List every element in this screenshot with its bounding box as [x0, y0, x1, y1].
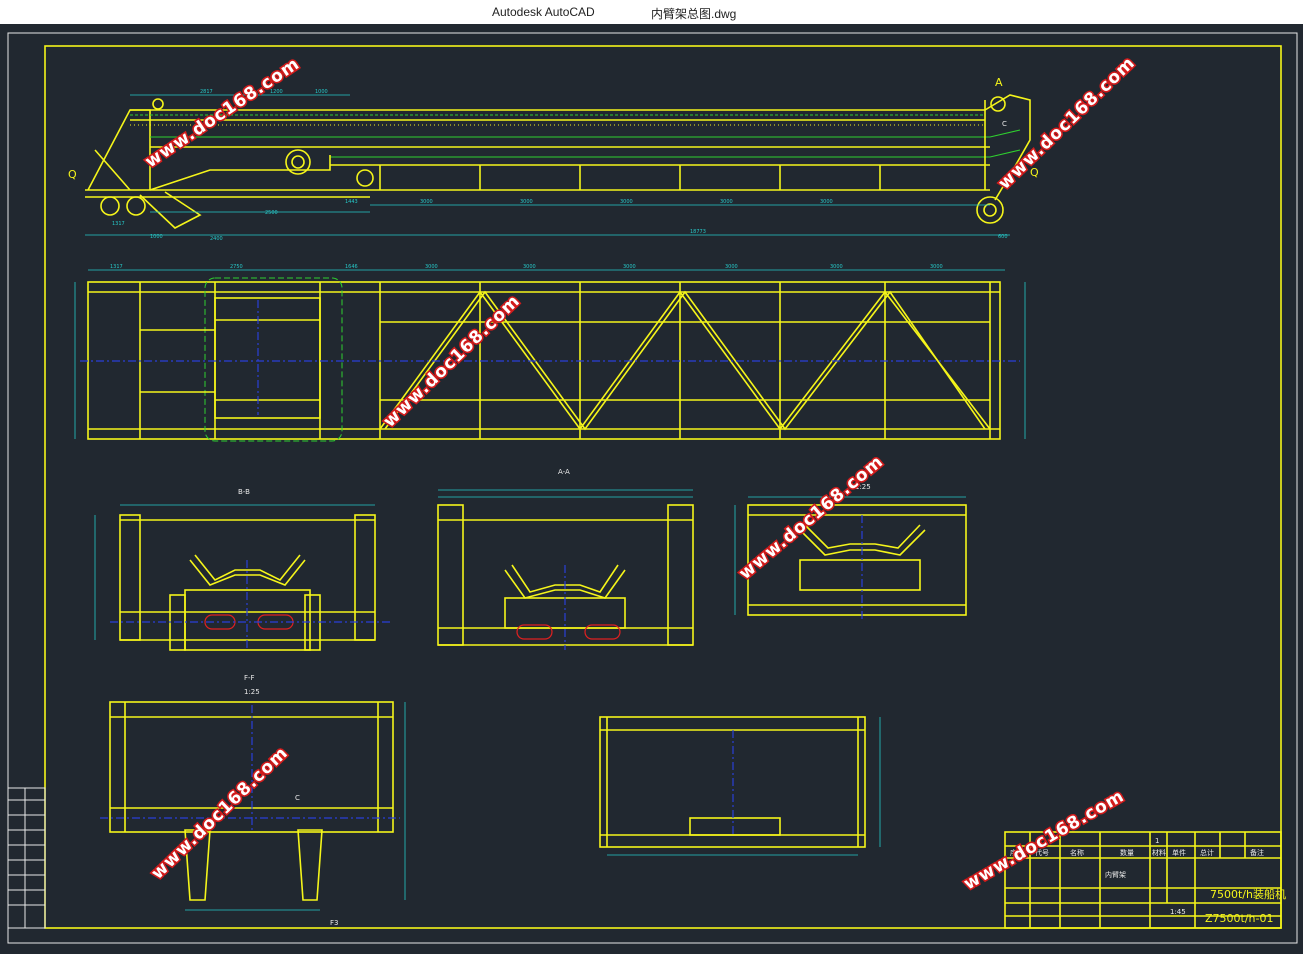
watermark-text: www.doc168.com [735, 452, 887, 584]
dim-plan: 3000 [930, 264, 943, 270]
dim-plan: 3000 [523, 264, 536, 270]
scale-value: 1:45 [1170, 908, 1186, 916]
section-title: F-F [244, 674, 255, 682]
watermark-text: www.doc168.com [995, 53, 1140, 194]
dim-top: 3000 [420, 199, 433, 205]
qty-value: 1 [1155, 837, 1159, 845]
dim-top: 3000 [720, 199, 733, 205]
section-mark: F3 [330, 919, 338, 927]
app-title: Autodesk AutoCAD [492, 5, 595, 19]
drawing-number: Z7500t/h-01 [1205, 912, 1274, 925]
title-header: 备注 [1250, 848, 1264, 857]
watermarks: www.doc168.com www.doc168.com www.doc168… [140, 51, 1141, 896]
dim-top: 3000 [520, 199, 533, 205]
dim-top: 3000 [820, 199, 833, 205]
part-name: 内臂架 [1105, 870, 1126, 879]
dim-top: 2400 [210, 236, 223, 242]
dim-top: 600 [998, 234, 1008, 240]
watermark-text: www.doc168.com [148, 743, 293, 884]
dim-top: 1000 [150, 234, 163, 240]
section-title: A-A [558, 468, 570, 476]
section-f-f-view[interactable]: F-F 1:25 F3 C [100, 674, 406, 927]
plan-view[interactable]: 1317 2750 1646 3000 3000 3000 3000 3000 … [74, 264, 1026, 442]
dim-top: 1000 [315, 89, 328, 95]
dim-top: 3000 [620, 199, 633, 205]
section-title: B-B [238, 488, 250, 496]
title-header: 材料 [1152, 848, 1166, 857]
drawing-canvas[interactable]: 2817 1200 1000 1443 3000 3000 3000 3000 … [0, 24, 1303, 950]
dim-plan: 3000 [830, 264, 843, 270]
section-mark: Q [68, 168, 77, 181]
revision-block [7, 787, 46, 929]
dim-top: 1317 [112, 221, 125, 227]
title-header: 数量 [1120, 848, 1134, 857]
section-mark: A [995, 76, 1003, 89]
title-header: 名称 [1070, 848, 1084, 857]
section-a-a-view[interactable]: A-A [437, 468, 694, 650]
section-b-b-view[interactable]: B-B [94, 488, 390, 651]
dim-plan: 3000 [725, 264, 738, 270]
product-name: 7500t/h装船机 [1210, 887, 1286, 901]
side-elevation-view[interactable]: 2817 1200 1000 1443 3000 3000 3000 3000 … [68, 76, 1039, 242]
watermark-text: www.doc168.com [142, 54, 304, 172]
dim-plan: 2750 [230, 264, 243, 270]
title-header: 单件 [1172, 848, 1186, 857]
dim-plan: 3000 [623, 264, 636, 270]
section-scale: 1:25 [244, 688, 260, 696]
section-mark: C [1002, 120, 1007, 128]
dim-top: 18773 [690, 229, 706, 235]
dim-plan: 1317 [110, 264, 123, 270]
dim-top: 1443 [345, 199, 358, 205]
dim-top: 2817 [200, 89, 213, 95]
title-bar: Autodesk AutoCAD 内臂架总图.dwg [0, 0, 1303, 24]
watermark-text: www.doc168.com [961, 786, 1128, 894]
dim-plan: 1646 [345, 264, 358, 270]
lower-frame-view[interactable] [599, 716, 881, 856]
section-mark: C [295, 794, 300, 802]
title-header: 总计 [1200, 848, 1214, 857]
dim-plan: 3000 [425, 264, 438, 270]
file-name: 内臂架总图.dwg [651, 7, 737, 21]
dim-top: 2500 [265, 210, 278, 216]
